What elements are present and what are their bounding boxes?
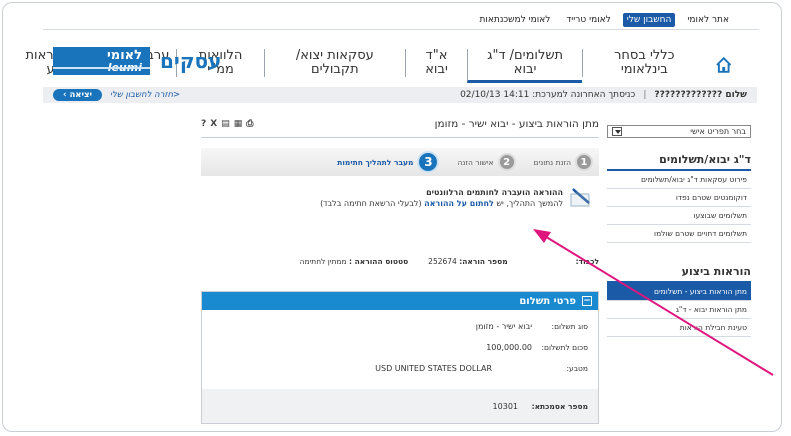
annotation-arrow bbox=[533, 229, 774, 376]
browser-frame: אתר לאומי החשבון שלי לאומי טרייד לאומי ל… bbox=[2, 2, 782, 432]
